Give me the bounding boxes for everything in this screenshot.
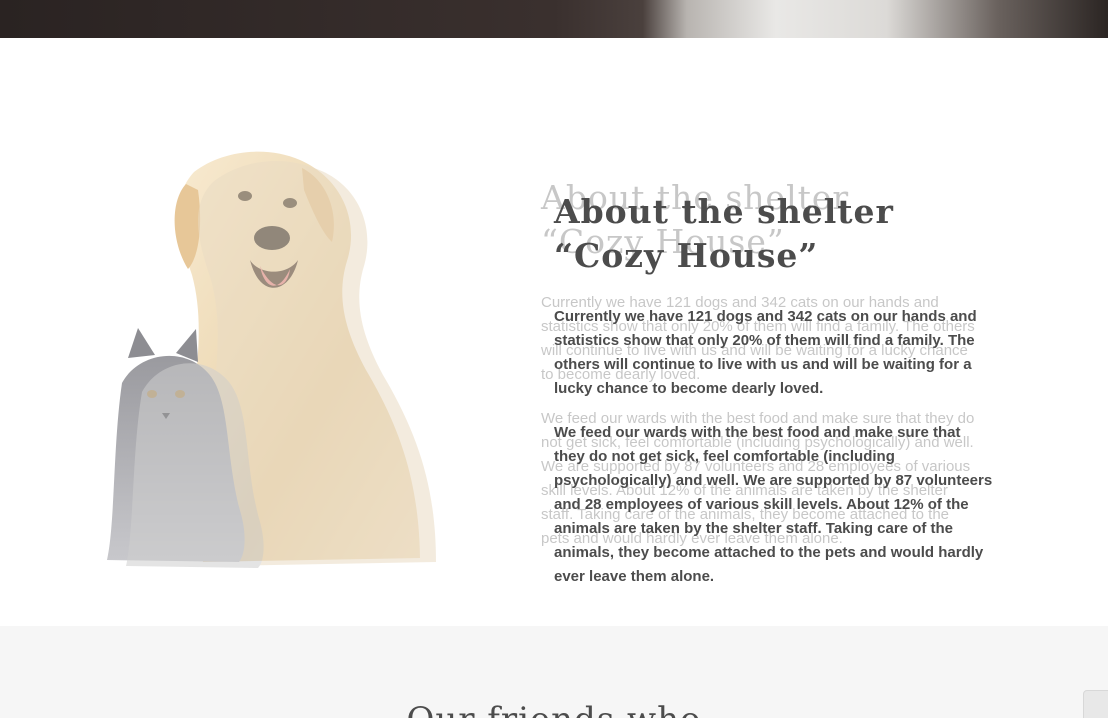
dog-and-cat-image — [100, 148, 436, 573]
scroll-top-button[interactable] — [1083, 690, 1108, 718]
about-paragraph1: Currently we have 121 dogs and 342 cats … — [554, 308, 977, 397]
about-title-line2: “Cozy House” — [554, 236, 819, 275]
friends-title: Our friends who — [0, 700, 1108, 718]
about-paragraph2: We feed our wards with the best food and… — [554, 424, 993, 585]
hero-bottom-strip — [0, 0, 1108, 38]
about-title-line1: About the shelter — [554, 192, 894, 231]
about-text: About the shelter “Cozy House” Currently… — [554, 190, 994, 589]
pets-ghost-icon — [126, 160, 436, 568]
about-section: About the shelter “Cozy House” Currently… — [0, 38, 1108, 626]
about-title: About the shelter “Cozy House” — [554, 190, 994, 278]
